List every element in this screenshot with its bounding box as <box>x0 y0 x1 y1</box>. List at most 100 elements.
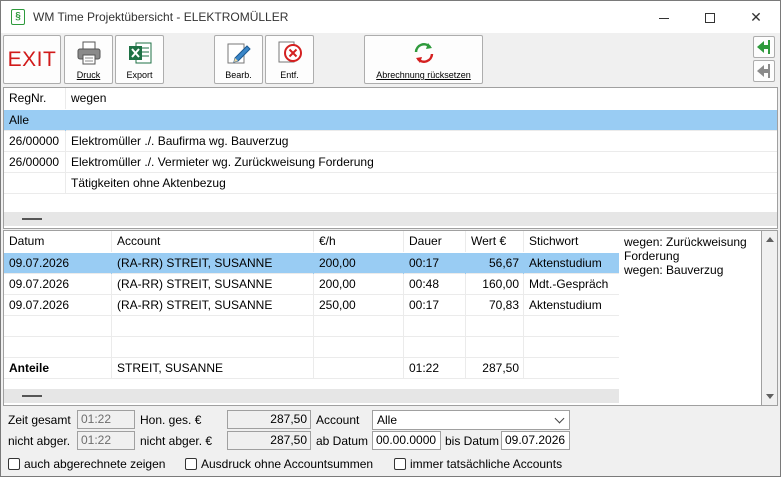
cell-dauer: 00:48 <box>404 274 466 295</box>
entries-table-footer-bar[interactable] <box>4 389 619 403</box>
reset-billing-button[interactable]: Abrechnung rücksetzen <box>364 35 483 84</box>
actual-accounts-label: immer tatsächliche Accounts <box>410 457 563 471</box>
scroll-down-icon[interactable] <box>766 394 774 399</box>
cell-regnr: Alle <box>4 110 66 131</box>
col-header-stichwort[interactable]: Stichwort <box>524 231 620 252</box>
close-button[interactable]: ✕ <box>733 1 779 33</box>
exit-button[interactable]: EXIT <box>3 35 61 84</box>
cell-dauer: 00:17 <box>404 253 466 274</box>
table-row[interactable]: Tätigkeiten ohne Aktenbezug <box>4 173 777 194</box>
cell-rate: 200,00 <box>314 253 404 274</box>
bearb-button[interactable]: Bearb. <box>214 35 263 84</box>
cell-wegen: Elektromüller ./. Vermieter wg. Zurückwe… <box>71 155 374 169</box>
minimize-button[interactable] <box>641 1 687 33</box>
cell-account: (RA-RR) STREIT, SUSANNE <box>112 274 314 295</box>
col-header-wegen[interactable]: wegen <box>66 88 777 109</box>
ab-datum-field[interactable]: 00.00.0000 <box>372 431 441 450</box>
cell-regnr: 26/00000 <box>4 152 66 173</box>
cell-rate: 250,00 <box>314 295 404 316</box>
files-table-footer-bar[interactable] <box>4 212 777 226</box>
ab-datum-label: ab Datum <box>316 434 369 448</box>
account-label: Account <box>316 413 360 427</box>
cell-stichwort: Aktenstudium <box>529 298 602 312</box>
nicht-abger-label: nicht abger. <box>8 434 71 448</box>
maximize-icon <box>705 13 715 24</box>
cell-datum: 09.07.2026 <box>4 274 112 295</box>
vertical-scrollbar[interactable] <box>761 230 778 406</box>
note-line: Forderung <box>624 249 680 263</box>
pencil-icon <box>227 43 251 64</box>
cell-account: (RA-RR) STREIT, SUSANNE <box>112 295 314 316</box>
toolbar: EXIT Druck Export Bearb. Entf. Abrechnun… <box>1 33 780 87</box>
checkbox-box[interactable] <box>8 458 20 470</box>
table-row[interactable]: Alle <box>4 110 777 131</box>
bis-datum-label: bis Datum <box>445 434 500 448</box>
zeit-gesamt-field: 01:22 <box>77 410 135 429</box>
print-no-sums-checkbox[interactable]: Ausdruck ohne Accountsummen <box>185 457 373 471</box>
cell-stichwort: Mdt.-Gespräch <box>529 277 609 291</box>
hon-nicht-abger-label: nicht abger. € <box>140 434 213 448</box>
table-row[interactable]: 26/00000 Elektromüller ./. Vermieter wg.… <box>4 152 777 173</box>
app-icon: § <box>11 9 25 25</box>
cell-dauer: 00:17 <box>404 295 466 316</box>
account-select[interactable]: Alle <box>372 410 570 430</box>
note-line: wegen: Zurückweisung <box>624 235 747 249</box>
col-header-regnr[interactable]: RegNr. <box>4 88 66 109</box>
table-row[interactable]: 09.07.2026 (RA-RR) STREIT, SUSANNE 200,0… <box>4 274 619 295</box>
cell-wert: 56,67 <box>466 253 524 274</box>
export-label: Export <box>126 70 153 80</box>
export-button[interactable]: Export <box>115 35 164 84</box>
cell-wegen: Elektromüller ./. Baufirma wg. Bauverzug <box>71 134 289 148</box>
col-header-datum[interactable]: Datum <box>4 231 112 252</box>
cell-wegen: Tätigkeiten ohne Aktenbezug <box>71 176 226 190</box>
detail-note: wegen: Zurückweisung Forderung wegen: Ba… <box>619 230 761 406</box>
scroll-up-icon[interactable] <box>766 237 774 242</box>
nav-back-button[interactable] <box>753 60 775 82</box>
printer-icon <box>77 41 100 65</box>
table-row[interactable]: 09.07.2026 (RA-RR) STREIT, SUSANNE 200,0… <box>4 253 619 274</box>
actual-accounts-checkbox[interactable]: immer tatsächliche Accounts <box>394 457 562 471</box>
entries-table-header: Datum Account €/h Dauer Wert € Stichwort <box>4 231 619 253</box>
arrow-left-icon <box>757 64 770 78</box>
reset-billing-label: Abrechnung rücksetzen <box>376 70 471 80</box>
show-billed-checkbox[interactable]: auch abgerechnete zeigen <box>8 457 165 471</box>
hon-ges-label: Hon. ges. € <box>140 413 202 427</box>
print-no-sums-label: Ausdruck ohne Accountsummen <box>201 457 374 471</box>
collapse-icon <box>22 218 42 220</box>
cell-regnr <box>4 173 66 194</box>
druck-button[interactable]: Druck <box>64 35 113 84</box>
zeit-gesamt-label: Zeit gesamt <box>8 413 71 427</box>
col-header-dauer[interactable]: Dauer <box>404 231 466 252</box>
summary-account: STREIT, SUSANNE <box>112 358 314 379</box>
account-select-value: Alle <box>377 413 398 427</box>
col-header-account[interactable]: Account <box>112 231 314 252</box>
col-header-rate[interactable]: €/h <box>314 231 404 252</box>
checkbox-box[interactable] <box>394 458 406 470</box>
cell-wert: 160,00 <box>466 274 524 295</box>
cell-account: (RA-RR) STREIT, SUSANNE <box>112 253 314 274</box>
bis-datum-field[interactable]: 09.07.2026 <box>501 431 570 450</box>
filter-footer: Zeit gesamt 01:22 nicht abger. 01:22 Hon… <box>1 407 780 476</box>
table-row[interactable]: 26/00000 Elektromüller ./. Baufirma wg. … <box>4 131 777 152</box>
table-row-empty <box>4 337 619 358</box>
close-icon: ✕ <box>750 9 762 25</box>
collapse-icon <box>22 395 42 397</box>
main-window: § WM Time Projektübersicht - ELEKTROMÜLL… <box>0 0 781 477</box>
table-row[interactable]: 09.07.2026 (RA-RR) STREIT, SUSANNE 250,0… <box>4 295 619 316</box>
hon-nicht-abger-field: 287,50 <box>227 431 311 450</box>
cell-datum: 09.07.2026 <box>4 253 112 274</box>
summary-dauer: 01:22 <box>404 358 466 379</box>
nicht-abger-field: 01:22 <box>77 431 135 450</box>
maximize-button[interactable] <box>687 1 733 33</box>
col-header-wert[interactable]: Wert € <box>466 231 524 252</box>
cell-datum: 09.07.2026 <box>4 295 112 316</box>
title-bar: § WM Time Projektübersicht - ELEKTROMÜLL… <box>1 1 780 33</box>
refresh-icon <box>414 43 433 63</box>
bearb-label: Bearb. <box>225 70 252 80</box>
entf-button[interactable]: Entf. <box>265 35 314 84</box>
checkbox-box[interactable] <box>185 458 197 470</box>
entf-label: Entf. <box>280 70 299 80</box>
nav-first-button[interactable] <box>753 36 775 58</box>
minimize-icon <box>659 17 669 19</box>
exit-label: EXIT <box>7 48 57 71</box>
